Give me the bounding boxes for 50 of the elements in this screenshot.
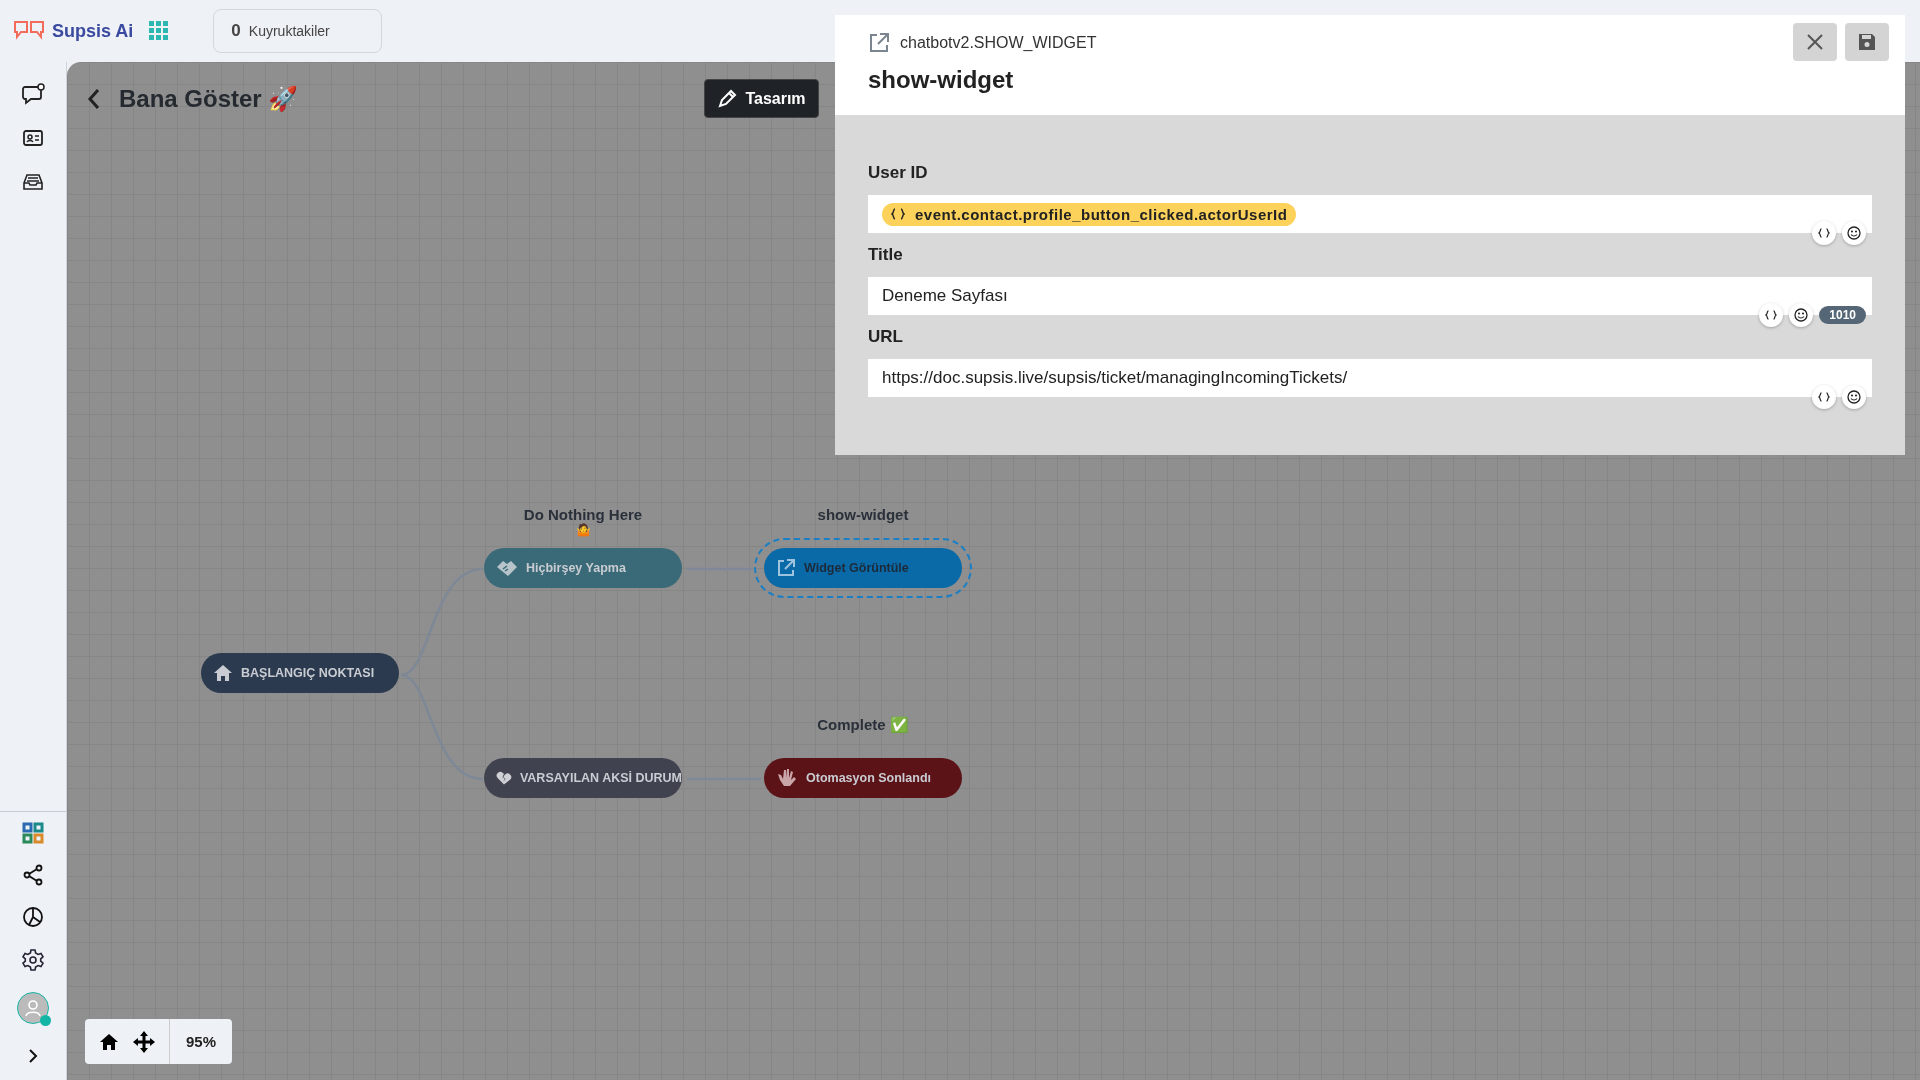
chat-bubble-icon[interactable] bbox=[21, 82, 45, 106]
online-status-dot bbox=[40, 1015, 51, 1026]
design-button[interactable]: Tasarım bbox=[704, 79, 819, 118]
flow-node[interactable]: Otomasyon Sonlandı bbox=[764, 758, 962, 798]
variable-braces-icon[interactable] bbox=[1759, 303, 1784, 327]
flow-node[interactable]: BAŞLANGIÇ NOKTASI bbox=[201, 653, 399, 693]
node-type: chatbotv2.SHOW_WIDGET bbox=[900, 34, 1097, 52]
emoji-icon[interactable] bbox=[1842, 221, 1866, 245]
home-icon bbox=[213, 664, 233, 682]
variable-braces-icon[interactable] bbox=[1812, 221, 1836, 245]
chevron-right-icon[interactable] bbox=[27, 1048, 39, 1064]
character-counter: 1010 bbox=[1819, 306, 1866, 324]
pie-chart-icon[interactable] bbox=[22, 906, 44, 928]
external-link-icon bbox=[868, 32, 890, 54]
node-caption: show-widget bbox=[817, 506, 909, 523]
variable-braces-icon[interactable] bbox=[1812, 385, 1836, 409]
panel-title: show-widget bbox=[868, 66, 1015, 94]
broken-heart-icon bbox=[496, 769, 512, 787]
settings-icon[interactable] bbox=[21, 948, 45, 972]
save-button[interactable] bbox=[1845, 23, 1889, 61]
zoom-level: 95% bbox=[169, 1019, 233, 1064]
user-avatar[interactable] bbox=[17, 992, 49, 1024]
node-caption: Complete ✅ bbox=[817, 716, 909, 734]
braces-icon bbox=[891, 208, 905, 220]
pencil-icon bbox=[717, 88, 738, 109]
field-label: URL bbox=[868, 327, 904, 347]
field-label: Title bbox=[868, 245, 904, 265]
person-silhouette-icon bbox=[24, 999, 42, 1017]
waving-hand-icon bbox=[776, 768, 798, 788]
flow-node[interactable]: Hiçbirşey Yapma bbox=[484, 548, 682, 588]
brand-name: Supsis Ai bbox=[52, 20, 134, 42]
field-label: User ID bbox=[868, 163, 929, 183]
flow-node[interactable]: VARSAYILAN AKSİ DURUM bbox=[484, 758, 682, 798]
home-icon[interactable] bbox=[99, 1032, 119, 1051]
close-icon bbox=[1806, 33, 1824, 51]
handshake-icon bbox=[496, 559, 518, 577]
share-icon[interactable] bbox=[22, 864, 44, 886]
external-link-icon bbox=[776, 558, 796, 578]
emoji-icon[interactable] bbox=[1842, 385, 1866, 409]
queue-counter[interactable]: 0 Kuyruktakiler bbox=[213, 9, 383, 53]
variable-chip: event.contact.profile_button_clicked.actorUserId bbox=[882, 202, 1297, 226]
close-button[interactable] bbox=[1793, 23, 1837, 61]
node-emoji: 🤷 bbox=[575, 523, 591, 537]
move-arrows-icon[interactable] bbox=[133, 1030, 155, 1053]
input-field[interactable]: event.contact.profile_button_clicked.actorUserId bbox=[868, 195, 1872, 233]
dashboard-grid-icon[interactable] bbox=[22, 822, 44, 844]
emoji-icon[interactable] bbox=[1789, 303, 1814, 327]
flow-title: Bana Göster 🚀 bbox=[119, 84, 299, 113]
input-field[interactable]: https://doc.supsis.live/supsis/ticket/managingIncomingTickets/ bbox=[868, 359, 1872, 397]
node-caption: Do Nothing Here bbox=[523, 506, 643, 523]
